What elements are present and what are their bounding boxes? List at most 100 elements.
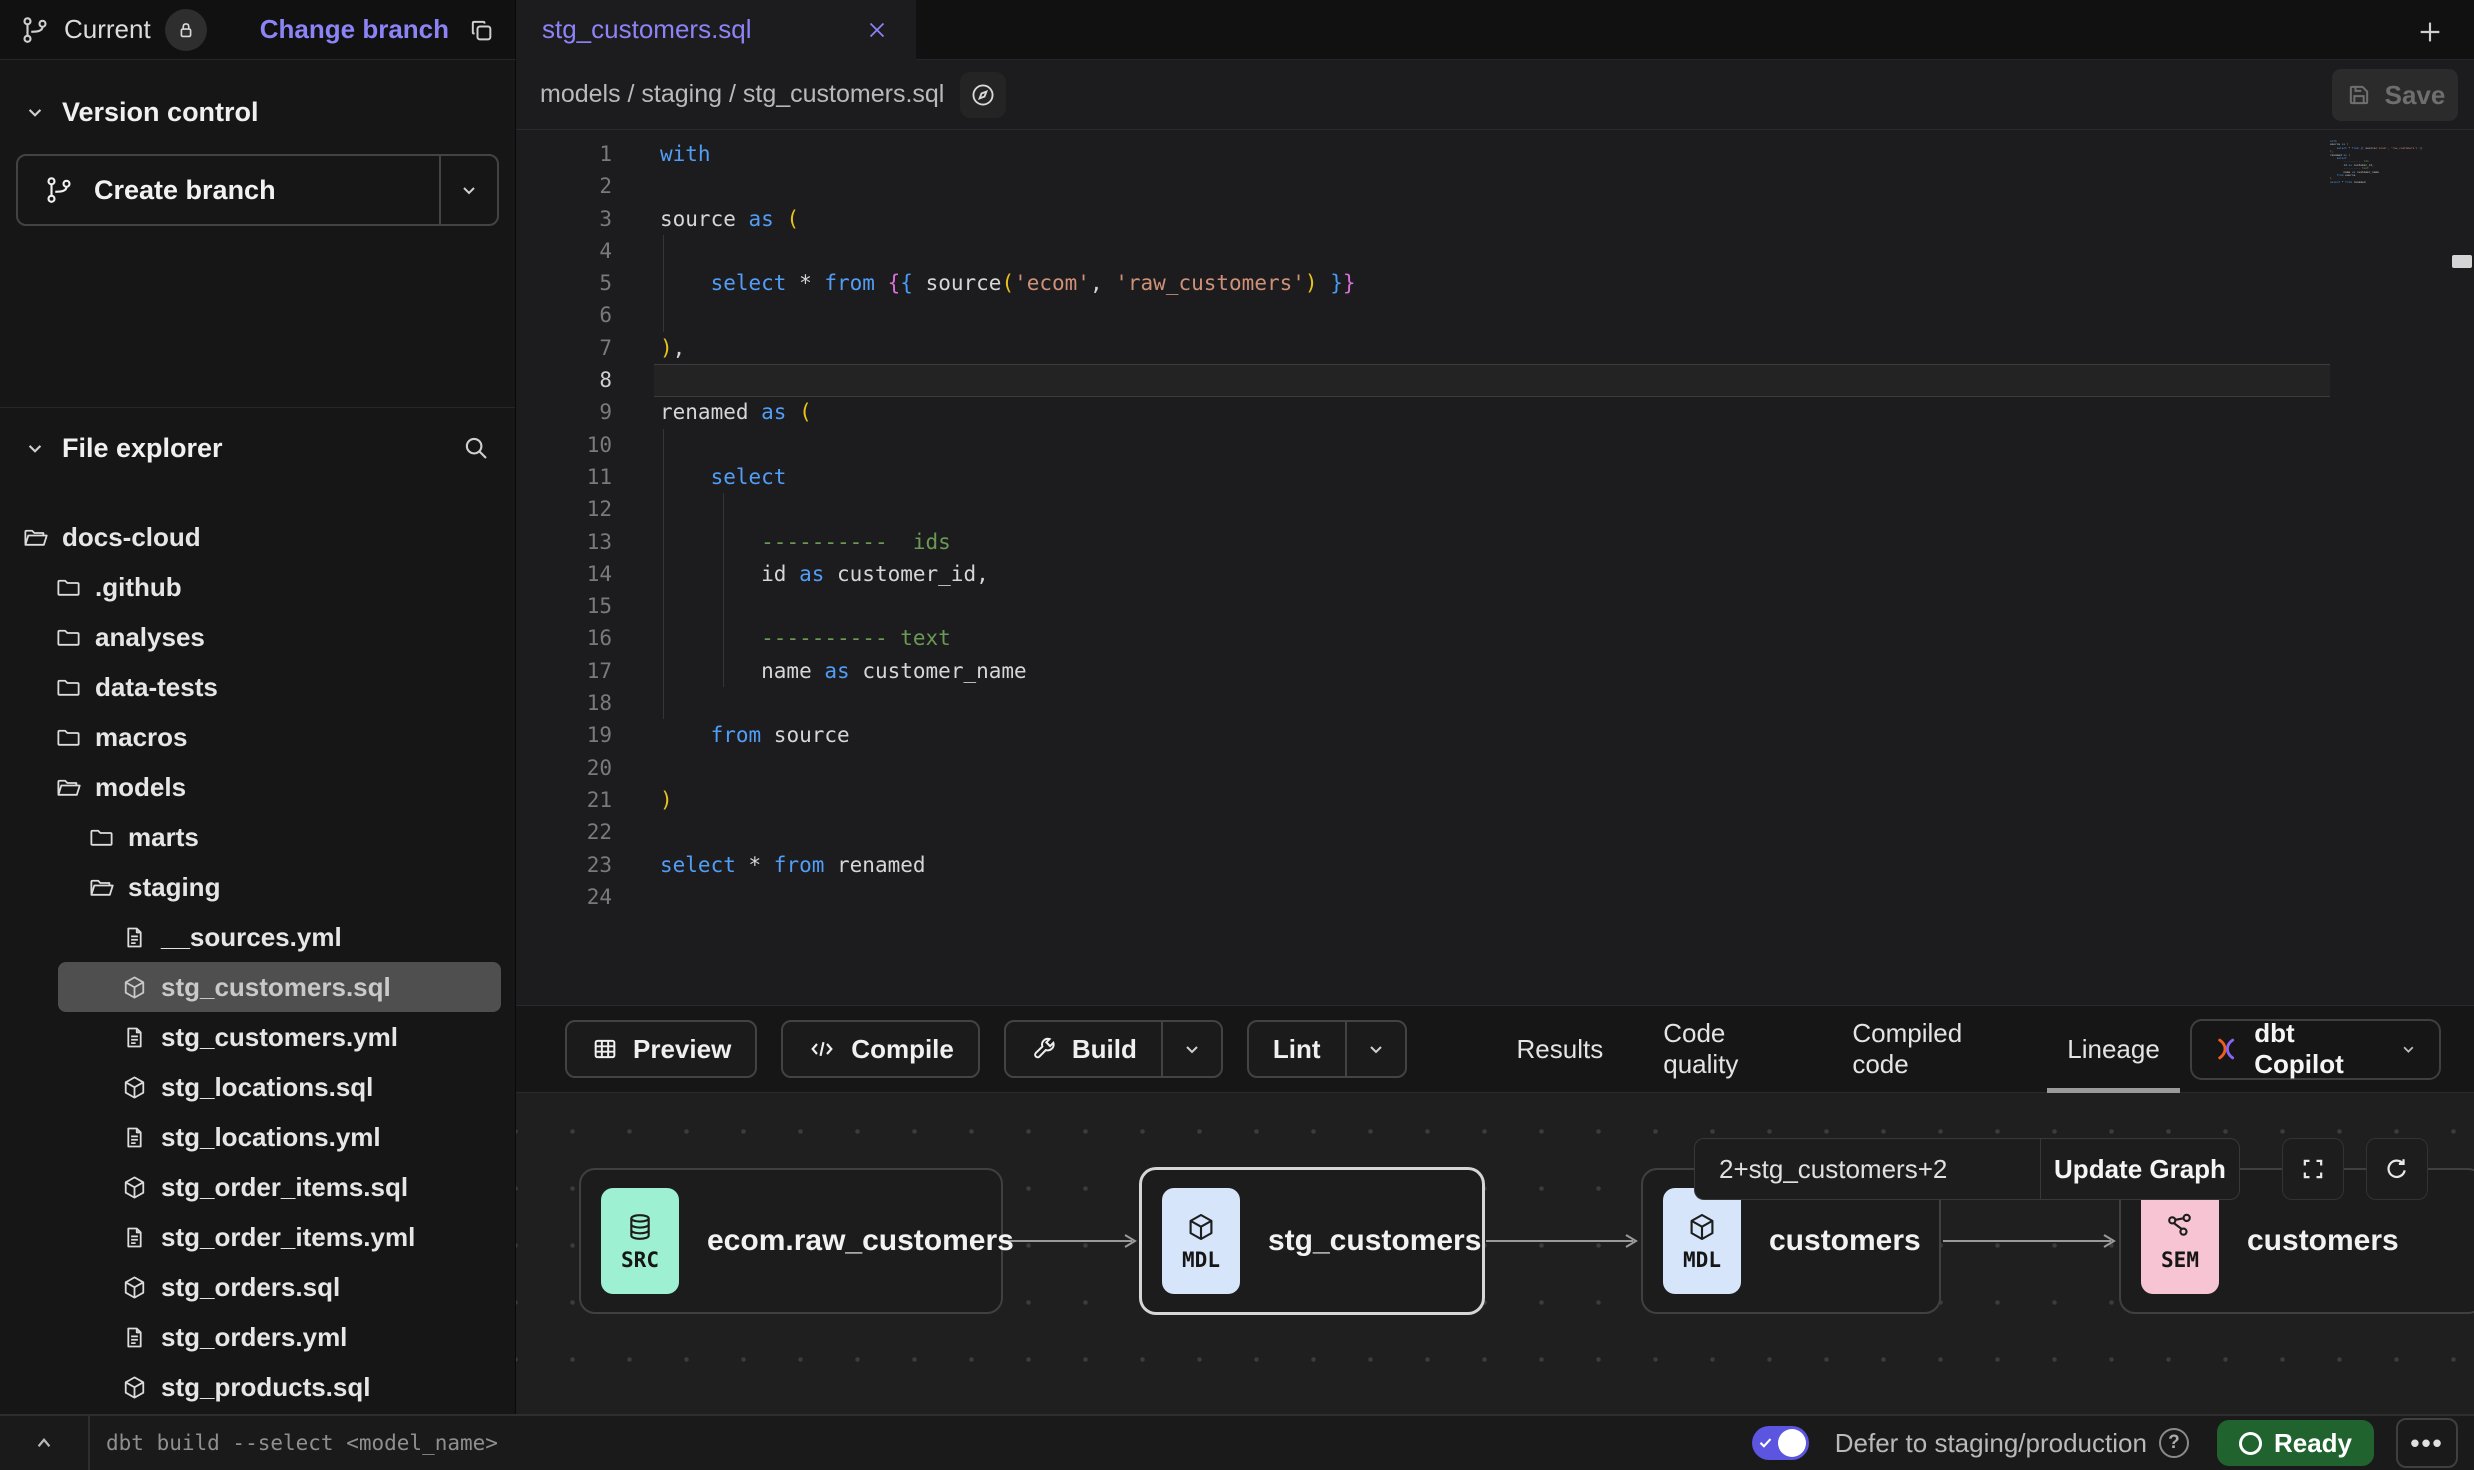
code-line-12[interactable]: 12 <box>516 493 2474 525</box>
tree-item-stg-orders-sql[interactable]: stg_orders.sql <box>0 1262 515 1312</box>
code-line-3[interactable]: 3source as ( <box>516 203 2474 235</box>
preview-button[interactable]: Preview <box>565 1020 757 1078</box>
create-branch-main[interactable]: Create branch <box>18 156 439 224</box>
new-tab-button[interactable] <box>2410 12 2450 52</box>
create-branch-dropdown[interactable] <box>439 156 497 224</box>
code-line-17[interactable]: 17 name as customer_name <box>516 655 2474 687</box>
line-content <box>612 364 660 396</box>
file-explorer-header[interactable]: File explorer <box>0 424 515 472</box>
code-line-2[interactable]: 2 <box>516 170 2474 202</box>
tree-item-marts[interactable]: marts <box>0 812 515 862</box>
tree-item--sources-yml[interactable]: __sources.yml <box>0 912 515 962</box>
tree-item-label: .github <box>95 572 182 603</box>
tree-item-stg-order-items-yml[interactable]: stg_order_items.yml <box>0 1212 515 1262</box>
line-number: 16 <box>516 622 612 654</box>
tree-item-stg-orders-yml[interactable]: stg_orders.yml <box>0 1312 515 1362</box>
lint-button[interactable]: Lint <box>1247 1020 1407 1078</box>
copilot-compass-button[interactable] <box>960 72 1006 118</box>
create-branch-button[interactable]: Create branch <box>16 154 499 226</box>
lineage-controls: 2+stg_customers+2 Update Graph <box>1694 1138 2428 1200</box>
tree-item-data-tests[interactable]: data-tests <box>0 662 515 712</box>
search-icon[interactable] <box>461 433 491 463</box>
tree-item-stg-customers-yml[interactable]: stg_customers.yml <box>0 1012 515 1062</box>
code-editor[interactable]: 1with23source as (45 select * from {{ so… <box>516 130 2474 1005</box>
build-dropdown[interactable] <box>1161 1022 1221 1076</box>
tree-item-models[interactable]: models <box>0 762 515 812</box>
tree-item-staging[interactable]: staging <box>0 862 515 912</box>
more-options-button[interactable]: ••• <box>2396 1418 2458 1468</box>
node-label: customers <box>2247 1224 2399 1258</box>
tab-compiled-code[interactable]: Compiled code <box>1822 1006 2037 1093</box>
update-graph-button[interactable]: Update Graph <box>2040 1138 2240 1200</box>
fullscreen-button[interactable] <box>2282 1138 2344 1200</box>
file-doc-icon <box>121 1324 148 1351</box>
code-line-20[interactable]: 20 <box>516 752 2474 784</box>
lint-dropdown[interactable] <box>1345 1022 1405 1076</box>
tree-item-label: stg_orders.sql <box>161 1272 340 1303</box>
tab-results[interactable]: Results <box>1487 1006 1634 1093</box>
editor-pane: models / staging / stg_customers.sql Sav… <box>516 60 2474 1414</box>
lineage-filter-input[interactable]: 2+stg_customers+2 <box>1694 1138 2040 1200</box>
version-control-header[interactable]: Version control <box>16 84 499 140</box>
collapse-command-bar-button[interactable] <box>0 1416 90 1470</box>
minimap[interactable]: withsource as ( select * from {{ source(… <box>2330 140 2430 184</box>
code-line-11[interactable]: 11 select <box>516 461 2474 493</box>
code-line-19[interactable]: 19 from source <box>516 719 2474 751</box>
code-line-22[interactable]: 22 <box>516 816 2474 848</box>
tree-item-label: docs-cloud <box>62 522 201 553</box>
code-line-10[interactable]: 10 <box>516 429 2474 461</box>
ready-status-badge[interactable]: Ready <box>2217 1420 2374 1466</box>
tree-item-stg-products-sql[interactable]: stg_products.sql <box>0 1362 515 1412</box>
copy-branch-icon[interactable] <box>467 16 495 44</box>
code-line-6[interactable]: 6 <box>516 299 2474 331</box>
panel-toolbar: Preview Compile <box>516 1006 2474 1093</box>
code-line-1[interactable]: 1with <box>516 138 2474 170</box>
tree-item-label: marts <box>128 822 199 853</box>
code-line-8[interactable]: 8 <box>516 364 2474 396</box>
file-doc-icon <box>121 1224 148 1251</box>
code-line-7[interactable]: 7), <box>516 332 2474 364</box>
tree-item-stg-locations-yml[interactable]: stg_locations.yml <box>0 1112 515 1162</box>
change-branch-link[interactable]: Change branch <box>260 14 449 45</box>
tree-item-stg-order-items-sql[interactable]: stg_order_items.sql <box>0 1162 515 1212</box>
line-content <box>612 590 660 622</box>
command-input[interactable]: dbt build --select <model_name> <box>106 1431 498 1455</box>
code-line-5[interactable]: 5 select * from {{ source('ecom', 'raw_c… <box>516 267 2474 299</box>
tree-item-stg-locations-sql[interactable]: stg_locations.sql <box>0 1062 515 1112</box>
code-line-4[interactable]: 4 <box>516 235 2474 267</box>
build-button[interactable]: Build <box>1004 1020 1223 1078</box>
tab-stg-customers[interactable]: stg_customers.sql <box>516 0 916 60</box>
code-line-24[interactable]: 24 <box>516 881 2474 913</box>
line-content: source as ( <box>612 203 799 235</box>
tab-close-icon[interactable] <box>864 17 890 43</box>
tree-item-label: stg_products.sql <box>161 1372 370 1403</box>
code-line-18[interactable]: 18 <box>516 687 2474 719</box>
code-line-13[interactable]: 13 ---------- ids <box>516 526 2474 558</box>
tree-item--github[interactable]: .github <box>0 562 515 612</box>
defer-toggle[interactable] <box>1752 1426 1809 1460</box>
line-content: renamed as ( <box>612 396 812 428</box>
code-line-9[interactable]: 9renamed as ( <box>516 396 2474 428</box>
compile-button[interactable]: Compile <box>781 1020 980 1078</box>
folder-icon <box>88 824 115 851</box>
save-button[interactable]: Save <box>2332 69 2458 121</box>
code-line-14[interactable]: 14 id as customer_id, <box>516 558 2474 590</box>
code-line-15[interactable]: 15 <box>516 590 2474 622</box>
lineage-canvas[interactable]: SRCecom.raw_customersMDLstg_customersMDL… <box>516 1093 2474 1414</box>
tree-item-stg-customers-sql[interactable]: stg_customers.sql <box>58 962 501 1012</box>
refresh-button[interactable] <box>2366 1138 2428 1200</box>
tree-item-analyses[interactable]: analyses <box>0 612 515 662</box>
tab-code-quality[interactable]: Code quality <box>1633 1006 1822 1093</box>
lint-label: Lint <box>1273 1034 1321 1065</box>
tab-lineage[interactable]: Lineage <box>2037 1006 2190 1093</box>
code-line-16[interactable]: 16 ---------- text <box>516 622 2474 654</box>
code-line-23[interactable]: 23select * from renamed <box>516 849 2474 881</box>
lineage-node-stg-customers[interactable]: MDLstg_customers <box>1140 1168 1484 1314</box>
lineage-node-ecom-raw-customers[interactable]: SRCecom.raw_customers <box>579 1168 1003 1314</box>
help-icon[interactable]: ? <box>2159 1428 2189 1458</box>
scrollbar-thumb[interactable] <box>2452 255 2472 268</box>
tree-item-docs-cloud[interactable]: docs-cloud <box>0 512 515 562</box>
code-line-21[interactable]: 21) <box>516 784 2474 816</box>
tree-item-macros[interactable]: macros <box>0 712 515 762</box>
dbt-copilot-button[interactable]: dbt Copilot <box>2190 1019 2441 1080</box>
